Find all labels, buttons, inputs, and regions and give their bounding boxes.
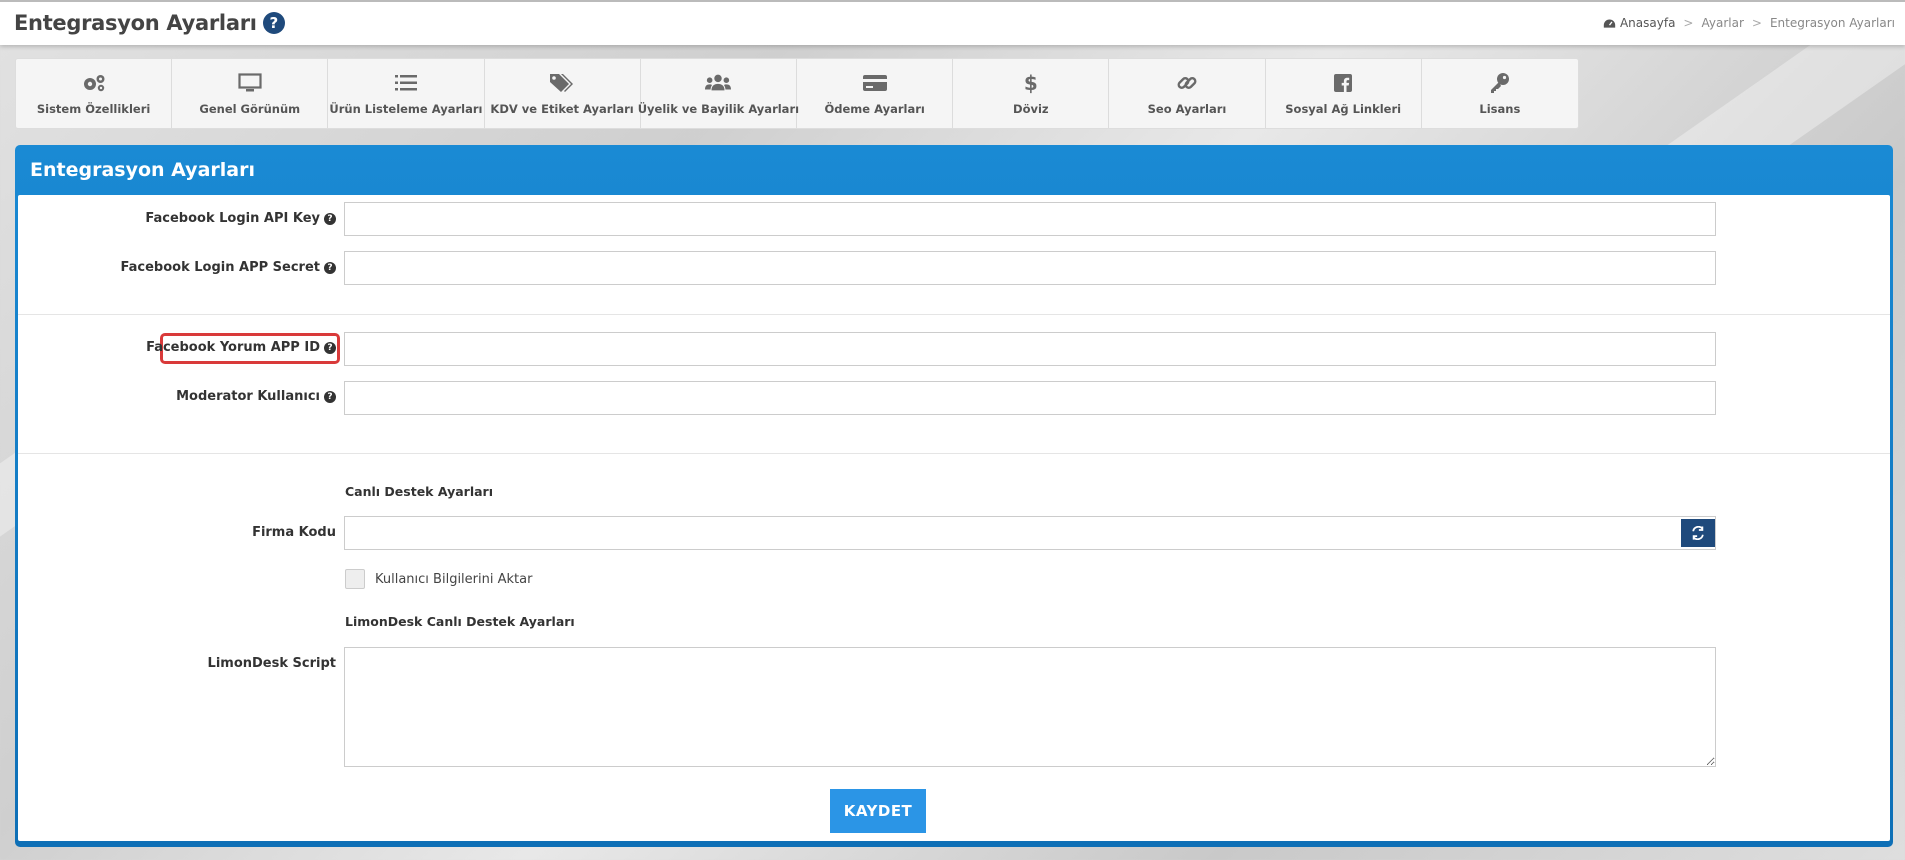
- credit-card-icon: [862, 72, 888, 94]
- key-icon: [1487, 72, 1513, 94]
- tab-seo[interactable]: Seo Ayarları: [1109, 59, 1266, 128]
- tab-label: Ödeme Ayarları: [824, 101, 925, 116]
- help-icon[interactable]: ?: [324, 261, 336, 274]
- firm-code-label: Firma Kodu: [252, 525, 336, 540]
- dollar-icon: $: [1023, 70, 1038, 95]
- tab-label: Sosyal Ağ Linkleri: [1285, 101, 1402, 116]
- tab-label: Lisans: [1479, 101, 1521, 116]
- top-bar: Entegrasyon Ayarları ? Anasayfa > Ayarla…: [0, 0, 1905, 45]
- tab-odeme[interactable]: Ödeme Ayarları: [797, 59, 954, 128]
- facebook-icon: [1330, 72, 1356, 94]
- label-text: Facebook Login APP Secret: [120, 260, 320, 275]
- section-divider: [18, 453, 1890, 454]
- help-icon[interactable]: ?: [324, 212, 336, 225]
- tab-label: Ürün Listeleme Ayarları: [329, 101, 483, 116]
- label-text: LimonDesk Script: [207, 656, 336, 671]
- fb-login-api-key-label: Facebook Login API Key ?: [145, 211, 336, 226]
- tab-genel-gorunum[interactable]: Genel Görünüm: [172, 59, 329, 128]
- firm-code-input[interactable]: [344, 516, 1716, 550]
- moderator-user-label: Moderator Kullanıcı ?: [176, 389, 336, 404]
- save-button[interactable]: KAYDET: [830, 789, 926, 833]
- panel-title: Entegrasyon Ayarları: [30, 159, 255, 181]
- tab-label: Seo Ayarları: [1147, 101, 1227, 116]
- fb-comment-app-id-label: Facebook Yorum APP ID ?: [146, 340, 336, 355]
- integration-settings-panel: Entegrasyon Ayarları Facebook Login API …: [15, 145, 1893, 847]
- section-divider: [18, 314, 1890, 315]
- users-icon: [705, 72, 732, 94]
- help-icon[interactable]: ?: [324, 341, 336, 354]
- list-icon: [393, 72, 419, 94]
- breadcrumb: Anasayfa > Ayarlar > Entegrasyon Ayarlar…: [1603, 16, 1895, 30]
- breadcrumb-separator: >: [1683, 16, 1694, 30]
- label-text: Facebook Login API Key: [145, 211, 320, 226]
- gears-icon: [81, 72, 107, 94]
- fb-login-app-secret-input[interactable]: [344, 251, 1716, 285]
- breadcrumb-separator: >: [1751, 16, 1762, 30]
- tab-label: Sistem Özellikleri: [36, 101, 151, 116]
- tab-label: Üyelik ve Bayilik Ayarları: [637, 101, 800, 116]
- limondesk-script-label: LimonDesk Script: [208, 656, 336, 671]
- settings-tabs: Sistem Özellikleri Genel Görünüm Ürün Li…: [15, 58, 1579, 129]
- moderator-user-input[interactable]: [344, 381, 1716, 415]
- tab-sosyal-ag[interactable]: Sosyal Ağ Linkleri: [1266, 59, 1422, 128]
- page-title-text: Entegrasyon Ayarları: [14, 11, 257, 35]
- limondesk-script-textarea[interactable]: [344, 647, 1716, 767]
- transfer-user-info-checkbox[interactable]: [345, 569, 365, 589]
- fb-login-api-key-input[interactable]: [344, 202, 1716, 236]
- tab-label: Döviz: [1013, 101, 1049, 116]
- dashboard-icon: [1603, 18, 1616, 28]
- label-text: Firma Kodu: [252, 525, 336, 540]
- monitor-icon: [237, 72, 263, 94]
- link-icon: [1174, 72, 1200, 94]
- breadcrumb-home[interactable]: Anasayfa: [1603, 16, 1675, 30]
- tab-label: Genel Görünüm: [199, 101, 301, 116]
- page-title: Entegrasyon Ayarları ?: [14, 11, 285, 35]
- fb-comment-app-id-input[interactable]: [344, 332, 1716, 366]
- tags-icon: [549, 72, 575, 94]
- panel-body: Facebook Login API Key ? Facebook Login …: [18, 195, 1890, 841]
- breadcrumb-home-label: Anasayfa: [1619, 16, 1676, 30]
- live-support-heading: Canlı Destek Ayarları: [345, 484, 493, 499]
- tab-label: KDV ve Etiket Ayarları: [490, 101, 634, 116]
- help-icon[interactable]: ?: [324, 390, 336, 403]
- limondesk-heading: LimonDesk Canlı Destek Ayarları: [345, 614, 575, 629]
- tab-kdv-etiket[interactable]: KDV ve Etiket Ayarları: [485, 59, 641, 128]
- tab-lisans[interactable]: Lisans: [1422, 59, 1578, 128]
- refresh-icon: [1692, 526, 1704, 540]
- tab-sistem-ozellikleri[interactable]: Sistem Özellikleri: [16, 59, 173, 128]
- label-text: Moderator Kullanıcı: [176, 389, 320, 404]
- breadcrumb-item-current: Entegrasyon Ayarları: [1769, 16, 1895, 30]
- label-text: Facebook Yorum APP ID: [146, 340, 320, 355]
- transfer-user-info-label: Kullanıcı Bilgilerini Aktar: [375, 572, 533, 587]
- tab-uyelik-bayilik[interactable]: Üyelik ve Bayilik Ayarları: [637, 59, 800, 128]
- fb-login-app-secret-label: Facebook Login APP Secret ?: [121, 260, 336, 275]
- tab-urun-listeleme[interactable]: Ürün Listeleme Ayarları: [328, 59, 485, 128]
- refresh-firm-code-button[interactable]: [1681, 519, 1715, 547]
- help-icon[interactable]: ?: [262, 12, 285, 34]
- tab-doviz[interactable]: $ Döviz: [953, 59, 1110, 128]
- breadcrumb-item-ayarlar[interactable]: Ayarlar: [1701, 16, 1743, 30]
